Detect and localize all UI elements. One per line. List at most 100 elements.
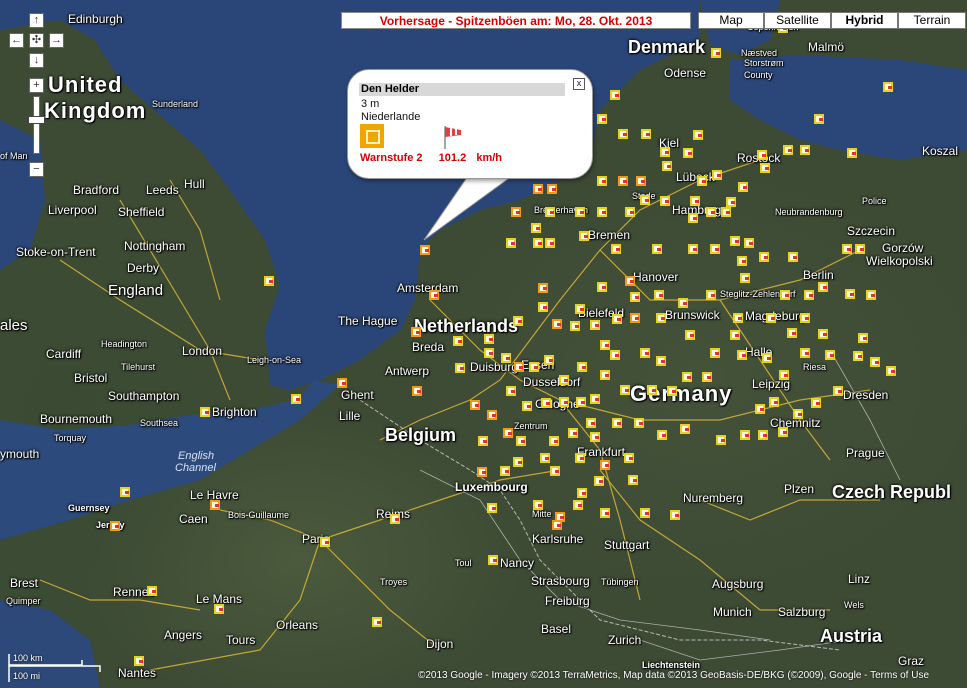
station-marker[interactable] [506, 238, 516, 248]
station-marker[interactable] [657, 430, 667, 440]
station-marker[interactable] [618, 176, 628, 186]
station-marker[interactable] [549, 436, 559, 446]
station-marker[interactable] [600, 370, 610, 380]
station-marker[interactable] [712, 170, 722, 180]
station-marker[interactable] [656, 313, 666, 323]
station-marker[interactable] [390, 514, 400, 524]
station-marker[interactable] [738, 182, 748, 192]
zoom-slider-handle[interactable] [28, 116, 45, 124]
station-marker[interactable] [652, 244, 662, 254]
station-marker[interactable] [678, 298, 688, 308]
station-marker[interactable] [769, 397, 779, 407]
map-type-hybrid-button[interactable]: Hybrid [831, 12, 898, 29]
map-type-terrain-button[interactable]: Terrain [898, 12, 966, 29]
station-marker[interactable] [625, 207, 635, 217]
station-marker[interactable] [845, 289, 855, 299]
station-marker[interactable] [654, 290, 664, 300]
station-marker[interactable] [634, 418, 644, 428]
station-marker[interactable] [811, 398, 821, 408]
station-marker[interactable] [744, 238, 754, 248]
station-marker[interactable] [685, 330, 695, 340]
station-marker[interactable] [611, 244, 621, 254]
station-marker[interactable] [516, 436, 526, 446]
station-marker[interactable] [630, 313, 640, 323]
station-marker[interactable] [886, 366, 896, 376]
station-marker[interactable] [762, 353, 772, 363]
pan-up-icon[interactable]: ↑ [29, 13, 44, 28]
station-marker[interactable] [500, 466, 510, 476]
station-marker[interactable] [513, 457, 523, 467]
zoom-out-button[interactable]: − [29, 162, 44, 177]
station-marker[interactable] [853, 351, 863, 361]
station-marker[interactable] [575, 207, 585, 217]
station-marker[interactable] [579, 231, 589, 241]
station-marker[interactable] [660, 147, 670, 157]
station-marker[interactable] [573, 500, 583, 510]
station-marker[interactable] [640, 508, 650, 518]
station-marker[interactable] [506, 386, 516, 396]
station-marker[interactable] [818, 329, 828, 339]
map-type-satellite-button[interactable]: Satellite [764, 12, 831, 29]
station-marker[interactable] [647, 385, 657, 395]
station-marker[interactable] [670, 510, 680, 520]
station-marker[interactable] [688, 244, 698, 254]
station-marker[interactable] [522, 401, 532, 411]
station-marker[interactable] [484, 348, 494, 358]
station-marker[interactable] [780, 290, 790, 300]
station-marker[interactable] [511, 207, 521, 217]
station-marker[interactable] [800, 145, 810, 155]
station-marker[interactable] [503, 428, 513, 438]
station-marker[interactable] [590, 394, 600, 404]
station-marker[interactable] [545, 238, 555, 248]
station-marker[interactable] [501, 353, 511, 363]
station-marker[interactable] [594, 476, 604, 486]
station-marker[interactable] [697, 176, 707, 186]
station-marker[interactable] [200, 407, 210, 417]
station-marker[interactable] [804, 290, 814, 300]
station-marker[interactable] [575, 453, 585, 463]
station-marker[interactable] [757, 150, 767, 160]
station-marker[interactable] [570, 321, 580, 331]
station-marker[interactable] [429, 290, 439, 300]
station-marker[interactable] [214, 604, 224, 614]
station-marker[interactable] [783, 145, 793, 155]
station-marker[interactable] [577, 488, 587, 498]
station-marker[interactable] [453, 336, 463, 346]
station-marker[interactable] [842, 244, 852, 254]
pan-right-icon[interactable]: → [49, 33, 64, 48]
station-marker[interactable] [702, 372, 712, 382]
station-marker[interactable] [710, 348, 720, 358]
station-marker[interactable] [662, 161, 672, 171]
station-marker[interactable] [814, 114, 824, 124]
station-marker[interactable] [110, 521, 120, 531]
station-marker[interactable] [778, 427, 788, 437]
station-marker[interactable] [576, 397, 586, 407]
station-marker[interactable] [800, 313, 810, 323]
station-marker[interactable] [337, 378, 347, 388]
station-marker[interactable] [759, 252, 769, 262]
station-marker[interactable] [636, 176, 646, 186]
station-marker[interactable] [590, 432, 600, 442]
station-marker[interactable] [740, 430, 750, 440]
station-marker[interactable] [487, 410, 497, 420]
station-marker[interactable] [640, 348, 650, 358]
station-marker[interactable] [870, 357, 880, 367]
station-marker[interactable] [600, 460, 610, 470]
station-marker[interactable] [487, 503, 497, 513]
station-marker[interactable] [600, 508, 610, 518]
station-marker[interactable] [612, 314, 622, 324]
pan-down-icon[interactable]: ↓ [29, 53, 44, 68]
station-marker[interactable] [550, 466, 560, 476]
station-marker[interactable] [628, 475, 638, 485]
station-marker[interactable] [597, 282, 607, 292]
pan-center-icon[interactable]: ✣ [29, 33, 44, 48]
station-marker[interactable] [134, 656, 144, 666]
station-marker[interactable] [559, 397, 569, 407]
station-marker[interactable] [730, 330, 740, 340]
station-marker[interactable] [540, 453, 550, 463]
station-marker[interactable] [737, 256, 747, 266]
station-marker[interactable] [693, 130, 703, 140]
station-marker[interactable] [597, 207, 607, 217]
station-marker[interactable] [866, 290, 876, 300]
station-marker[interactable] [730, 236, 740, 246]
